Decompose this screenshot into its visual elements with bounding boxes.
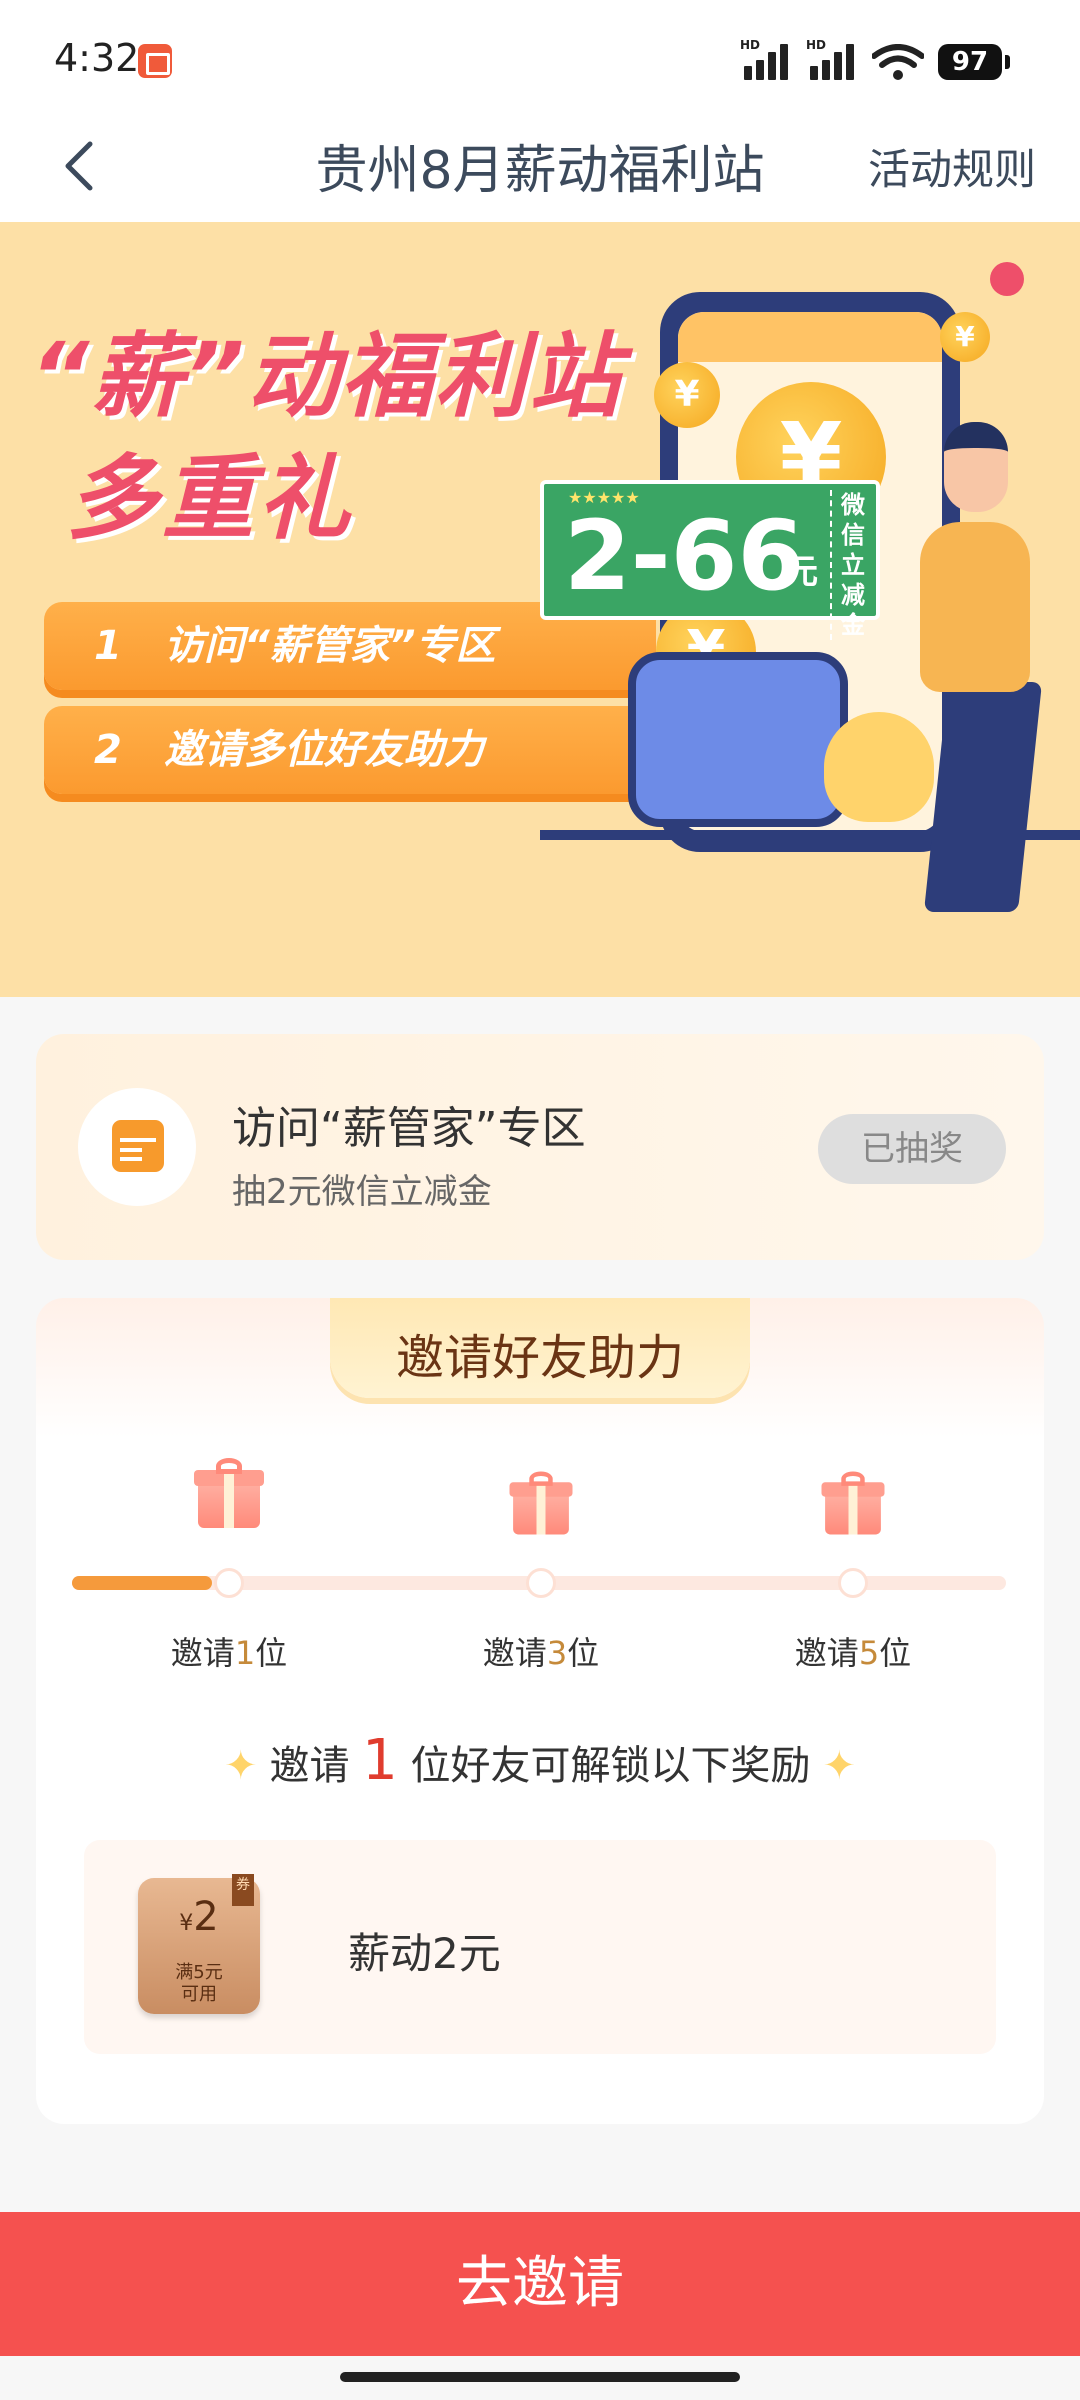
milestone-prefix: 邀请 <box>794 1634 859 1672</box>
reward-item: 券 ¥2 满5元 可用 薪动2元 <box>84 1840 996 2054</box>
progress-dot-1 <box>214 1568 244 1598</box>
milestone-label-5: 邀请5位 <box>753 1628 953 1674</box>
ground-line <box>540 830 1080 840</box>
invite-friends-card: 邀请好友助力 邀请1位 邀请3位 邀请5位 ✦ 邀请 1 位好友可解锁以下奖励 ✦ … <box>36 1298 1044 2124</box>
banner-step-2: 2 邀请多位好友助力 <box>44 706 656 794</box>
money-bag-icon <box>824 712 934 822</box>
banner-step-number: 1 <box>94 623 122 669</box>
nav-bar: 贵州8月薪动福利站 活动规则 <box>0 110 1080 222</box>
coupon-unit: 元 <box>784 552 818 592</box>
sparkle-left-icon: ✦ <box>223 1743 258 1789</box>
coupon-icon: 券 ¥2 满5元 可用 <box>138 1874 260 2014</box>
status-time: 4:32 <box>54 36 140 80</box>
milestone-prefix: 邀请 <box>482 1634 547 1672</box>
unlock-suffix: 位好友可解锁以下奖励 <box>410 1743 811 1789</box>
banner-title-line2: 多重礼 <box>66 445 355 552</box>
activity-rules-link[interactable]: 活动规则 <box>868 136 1036 197</box>
sparkle-right-icon: ✦ <box>822 1743 857 1789</box>
phone-header-illustration <box>678 312 942 362</box>
person-illustration-body <box>920 522 1030 692</box>
milestone-suffix: 位 <box>255 1634 288 1672</box>
unlock-count: 1 <box>362 1728 398 1793</box>
visit-task-title: 访问“薪管家”专区 <box>232 1103 586 1154</box>
unlock-reward-hint: ✦ 邀请 1 位好友可解锁以下奖励 ✦ <box>36 1728 1044 1793</box>
invite-progress-fill <box>72 1576 213 1590</box>
coupon-symbol: ¥ <box>179 1911 194 1936</box>
banner-title-line1: “薪”动福利站 <box>30 323 623 430</box>
coupon-condition-line2: 可用 <box>181 1984 217 2005</box>
milestone-count: 3 <box>546 1634 568 1672</box>
signal-hd-label: HD <box>740 38 761 52</box>
coupon-condition: 满5元 可用 <box>138 1962 260 2006</box>
banner-step-text: 邀请多位好友助力 <box>164 727 484 773</box>
visit-task-subtitle: 抽2元微信立减金 <box>232 1172 492 1212</box>
person-illustration-head <box>944 422 1008 512</box>
home-indicator[interactable] <box>340 2372 740 2382</box>
coupon-value-number: 2 <box>193 1894 219 1940</box>
milestone-count: 1 <box>234 1634 256 1672</box>
signal-sim1-icon: HD <box>740 38 798 80</box>
milestone-prefix: 邀请 <box>170 1634 235 1672</box>
yuan-coin-icon: ¥ <box>940 312 990 362</box>
coupon-side-label: 微信立减金 <box>830 490 870 640</box>
red-dot-decoration <box>990 262 1024 296</box>
banner-step-text: 访问“薪管家”专区 <box>164 623 496 669</box>
invite-header: 邀请好友助力 <box>330 1298 750 1398</box>
unlock-prefix: 邀请 <box>269 1743 350 1789</box>
visit-icon-wrap <box>78 1088 196 1206</box>
already-drawn-button[interactable]: 已抽奖 <box>818 1114 1006 1184</box>
wifi-icon <box>872 44 924 80</box>
invite-title: 邀请好友助力 <box>395 1330 684 1386</box>
gift-icon <box>509 1471 573 1535</box>
coupon-condition-line1: 满5元 <box>175 1962 223 1983</box>
reward-name: 薪动2元 <box>348 1929 501 1978</box>
milestone-suffix: 位 <box>567 1634 600 1672</box>
gift-icon <box>194 1458 264 1528</box>
coupon-amount: 2-66 <box>564 500 805 612</box>
status-bar: 4:32 HD HD 97 <box>0 0 1080 110</box>
go-invite-button[interactable]: 去邀请 <box>0 2212 1080 2356</box>
progress-dot-5 <box>838 1568 868 1598</box>
wallet-illustration <box>628 652 848 827</box>
milestone-count: 5 <box>858 1634 880 1672</box>
visit-task-card: 访问“薪管家”专区 抽2元微信立减金 已抽奖 <box>36 1034 1044 1260</box>
milestone-label-1: 邀请1位 <box>129 1628 329 1674</box>
promo-banner: “薪”动福利站 多重礼 1访问“薪管家”专区 2邀请多位好友助力 ¥ ¥ ¥ ¥… <box>0 222 1080 997</box>
progress-dot-3 <box>526 1568 556 1598</box>
gift-with-coin-icon <box>821 1471 885 1535</box>
notification-app-icon <box>138 44 172 78</box>
banner-coupon-card: ★★★★★ 2-66 元 微信立减金 <box>540 480 880 640</box>
calendar-icon <box>112 1120 164 1172</box>
milestone-suffix: 位 <box>879 1634 912 1672</box>
banner-step-number: 2 <box>94 727 122 773</box>
signal-hd-label-2: HD <box>806 38 827 52</box>
coupon-value: ¥2 <box>138 1894 260 1940</box>
battery-indicator: 97 <box>938 44 1010 80</box>
yuan-coin-icon: ¥ <box>654 362 720 428</box>
signal-sim2-icon: HD <box>806 38 864 80</box>
milestone-label-3: 邀请3位 <box>441 1628 641 1674</box>
